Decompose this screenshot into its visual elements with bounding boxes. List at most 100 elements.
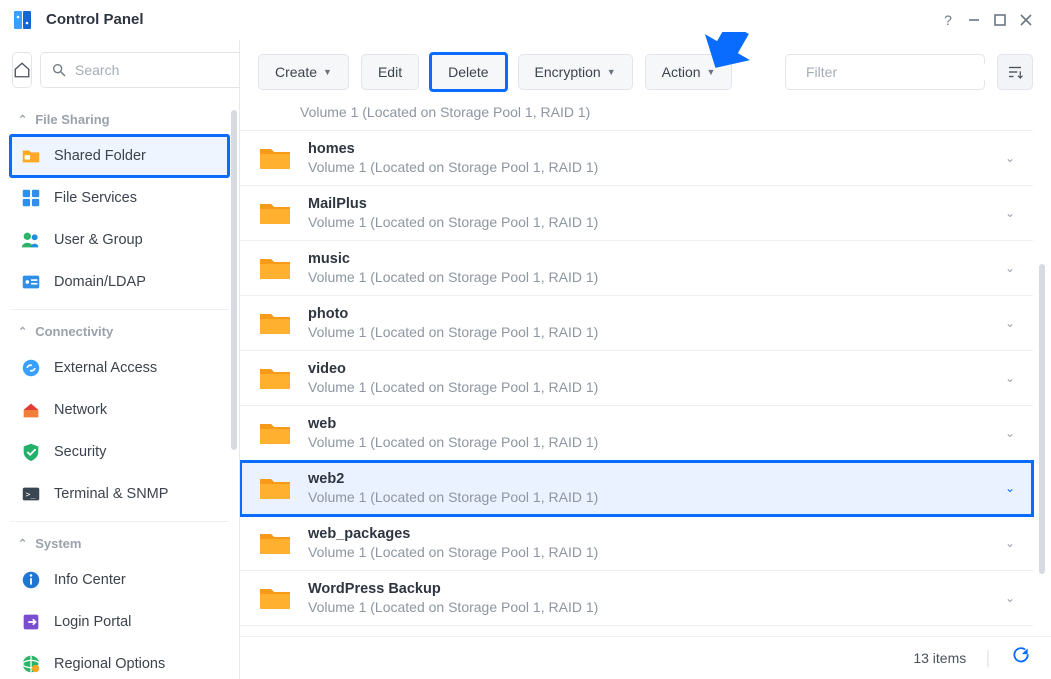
expand-chevron-icon[interactable]: ⌄ (1005, 206, 1019, 220)
folder-row[interactable]: web_packages Volume 1 (Located on Storage… (240, 516, 1033, 571)
delete-button[interactable]: Delete (431, 54, 505, 90)
folder-icon (258, 144, 292, 172)
svg-text:>_: >_ (26, 489, 36, 499)
folder-name: web2 (308, 471, 989, 487)
minimize-button[interactable] (961, 7, 987, 33)
folder-icon (258, 584, 292, 612)
section-header-system[interactable]: ⌃System (10, 528, 229, 559)
folder-row[interactable]: web2 Volume 1 (Located on Storage Pool 1,… (240, 461, 1033, 516)
search-icon (51, 62, 67, 78)
sidebar-item-terminal-snmp[interactable]: >_Terminal & SNMP (10, 473, 229, 515)
section-header-connectivity[interactable]: ⌃Connectivity (10, 316, 229, 347)
folder-row[interactable]: MailPlus Volume 1 (Located on Storage Poo… (240, 186, 1033, 241)
sidebar-item-label: Shared Folder (54, 148, 146, 164)
window-titlebar: Control Panel ? (0, 0, 1051, 40)
folder-icon (258, 254, 292, 282)
sidebar-item-file-services[interactable]: File Services (10, 177, 229, 219)
control-panel-icon (12, 9, 34, 31)
sidebar-item-external-access[interactable]: External Access (10, 347, 229, 389)
content-area: Create▼ Edit Delete Encryption▼ Action▼ … (240, 40, 1051, 679)
refresh-button[interactable] (1011, 645, 1031, 671)
vertical-divider: │ (984, 650, 993, 666)
close-button[interactable] (1013, 7, 1039, 33)
grid-icon (20, 187, 42, 209)
link-icon (20, 357, 42, 379)
folder-icon (258, 419, 292, 447)
terminal-icon: >_ (20, 483, 42, 505)
folder-name: MailPlus (308, 196, 989, 212)
folder-row[interactable]: WordPress Backup Volume 1 (Located on Sto… (240, 571, 1033, 626)
search-input[interactable] (75, 62, 240, 78)
folder-location: Volume 1 (Located on Storage Pool 1, RAI… (308, 269, 989, 285)
folder-location: Volume 1 (Located on Storage Pool 1, RAI… (308, 544, 989, 560)
folder-row[interactable]: music Volume 1 (Located on Storage Pool 1… (240, 241, 1033, 296)
sort-icon (1006, 63, 1024, 81)
expand-chevron-icon[interactable]: ⌄ (1005, 426, 1019, 440)
window-title: Control Panel (46, 11, 144, 28)
sidebar-item-domain-ldap[interactable]: Domain/LDAP (10, 261, 229, 303)
help-button[interactable]: ? (935, 7, 961, 33)
encryption-button[interactable]: Encryption▼ (518, 54, 633, 90)
expand-chevron-icon[interactable]: ⌄ (1005, 316, 1019, 330)
partial-cut-row: Volume 1 (Located on Storage Pool 1, RAI… (240, 104, 1033, 131)
folder-location: Volume 1 (Located on Storage Pool 1, RAI… (308, 599, 989, 615)
folder-location: Volume 1 (Located on Storage Pool 1, RAI… (308, 214, 989, 230)
folder-location: Volume 1 (Located on Storage Pool 1, RAI… (308, 379, 989, 395)
sidebar-item-label: Security (54, 444, 106, 460)
home-icon (13, 61, 31, 79)
folder-row[interactable]: photoVolume 1 (Located on Storage Pool 1… (240, 296, 1033, 351)
folder-icon (258, 309, 292, 337)
sidebar-item-label: Domain/LDAP (54, 274, 146, 290)
house-signal-icon (20, 399, 42, 421)
folder-location: Volume 1 (Located on Storage Pool 1, RAI… (308, 489, 989, 505)
sidebar-item-security[interactable]: Security (10, 431, 229, 473)
sidebar-item-login-portal[interactable]: Login Portal (10, 601, 229, 643)
folder-row[interactable]: webVolume 1 (Located on Storage Pool 1, … (240, 406, 1033, 461)
create-button[interactable]: Create▼ (258, 54, 349, 90)
toolbar: Create▼ Edit Delete Encryption▼ Action▼ (240, 40, 1051, 104)
sort-settings-button[interactable] (997, 54, 1033, 90)
folder-name: music (308, 251, 989, 267)
filter-field[interactable] (785, 54, 985, 90)
maximize-button[interactable] (987, 7, 1013, 33)
folder-icon (258, 529, 292, 557)
sidebar: ⌃File SharingShared FolderFile ServicesU… (0, 40, 240, 679)
folder-name: WordPress Backup (308, 581, 989, 597)
sidebar-item-label: Network (54, 402, 107, 418)
home-button[interactable] (12, 52, 32, 88)
list-scrollbar[interactable] (1039, 264, 1045, 574)
sidebar-item-user-group[interactable]: User & Group (10, 219, 229, 261)
sidebar-item-label: Login Portal (54, 614, 131, 630)
action-button[interactable]: Action▼ (645, 54, 733, 90)
section-label: File Sharing (35, 112, 109, 127)
sidebar-scrollbar[interactable] (231, 110, 237, 450)
expand-chevron-icon[interactable]: ⌄ (1005, 536, 1019, 550)
chevron-up-icon: ⌃ (18, 537, 27, 550)
edit-button[interactable]: Edit (361, 54, 419, 90)
sidebar-item-regional-options[interactable]: Regional Options (10, 643, 229, 679)
expand-chevron-icon[interactable]: ⌄ (1005, 591, 1019, 605)
expand-chevron-icon[interactable]: ⌄ (1005, 261, 1019, 275)
sidebar-item-label: File Services (54, 190, 137, 206)
sidebar-item-label: External Access (54, 360, 157, 376)
id-card-icon (20, 271, 42, 293)
folder-name: web_packages (308, 526, 989, 542)
folder-row[interactable]: videoVolume 1 (Located on Storage Pool 1… (240, 351, 1033, 406)
folder-icon (258, 474, 292, 502)
sidebar-item-shared-folder[interactable]: Shared Folder (10, 135, 229, 177)
folder-icon (258, 364, 292, 392)
section-header-file-sharing[interactable]: ⌃File Sharing (10, 104, 229, 135)
expand-chevron-icon[interactable]: ⌄ (1005, 481, 1019, 495)
expand-chevron-icon[interactable]: ⌄ (1005, 371, 1019, 385)
globe-icon (20, 653, 42, 675)
refresh-icon (1011, 645, 1031, 665)
folder-row[interactable]: homesVolume 1 (Located on Storage Pool 1… (240, 131, 1033, 186)
search-field[interactable] (40, 52, 240, 88)
sidebar-item-label: User & Group (54, 232, 143, 248)
sidebar-item-network[interactable]: Network (10, 389, 229, 431)
folder-list[interactable]: Volume 1 (Located on Storage Pool 1, RAI… (240, 104, 1051, 636)
folder-name: photo (308, 306, 989, 322)
filter-input[interactable] (806, 64, 987, 80)
sidebar-item-info-center[interactable]: Info Center (10, 559, 229, 601)
expand-chevron-icon[interactable]: ⌄ (1005, 151, 1019, 165)
